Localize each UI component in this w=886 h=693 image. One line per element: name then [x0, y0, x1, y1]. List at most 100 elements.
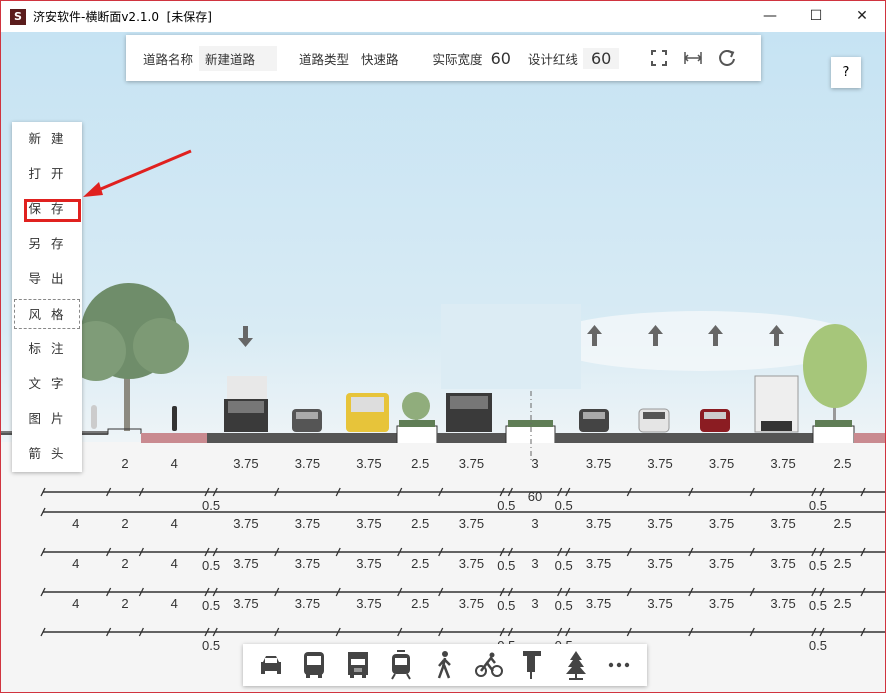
dimension-label: 0.5 — [555, 598, 573, 613]
dimension-label: 4 — [171, 516, 178, 531]
menu-item-open[interactable]: 打开 — [14, 159, 80, 189]
dimension-label: 3.75 — [586, 456, 611, 471]
menu-item-new[interactable]: 新建 — [14, 124, 80, 154]
menu-item-arrow[interactable]: 箭头 — [14, 439, 80, 469]
dimension-label: 4 — [171, 556, 178, 571]
minimize-button[interactable]: — — [747, 1, 793, 32]
menu-item-save-as[interactable]: 另存 — [14, 229, 80, 259]
truck-vehicle — [754, 375, 799, 433]
dimension-label: 3.75 — [295, 596, 320, 611]
dimension-label: 3.75 — [770, 516, 795, 531]
refresh-icon[interactable] — [717, 48, 737, 68]
dimension-label: 2.5 — [411, 516, 429, 531]
dimension-label: 3.75 — [233, 596, 258, 611]
bus-vehicle — [346, 393, 389, 432]
dimension-label: 4 — [72, 556, 79, 571]
side-menu: 新建 打开 保存 另存 导出 风格 标注 文字 图片 箭头 — [12, 122, 82, 472]
dimension-label: 4 — [171, 596, 178, 611]
design-redline-input[interactable]: 60 — [582, 47, 620, 69]
cyclist-figure — [172, 406, 177, 431]
dimension-label: 3.75 — [770, 456, 795, 471]
more-icon[interactable] — [604, 650, 634, 680]
dimension-label: 3.75 — [356, 516, 381, 531]
road-name-input[interactable]: 新建道路 — [199, 45, 278, 71]
bus-icon[interactable] — [299, 650, 329, 680]
close-button[interactable]: ✕ — [839, 1, 885, 32]
dimension-label: 2.5 — [411, 456, 429, 471]
dimension-label: 3.75 — [709, 516, 734, 531]
help-button[interactable]: ? — [831, 57, 861, 88]
dimension-label: 3.75 — [647, 556, 672, 571]
dimension-label: 3 — [531, 596, 538, 611]
menu-item-export[interactable]: 导出 — [14, 264, 80, 294]
fullscreen-icon[interactable] — [649, 48, 669, 68]
dimension-label: 4 — [72, 516, 79, 531]
car-vehicle — [579, 409, 609, 432]
maximize-button[interactable]: ☐ — [793, 1, 839, 32]
tree-icon — [803, 324, 867, 431]
design-redline-label: 设计红线 — [527, 51, 578, 67]
dimension-label: 2.5 — [411, 596, 429, 611]
bike-lane — [854, 433, 885, 443]
dimension-label: 3.75 — [709, 596, 734, 611]
dimension-label: 3.75 — [770, 556, 795, 571]
dimension-label: 2 — [121, 596, 128, 611]
road-type-select[interactable]: 快速路 — [355, 46, 405, 71]
truck-icon[interactable] — [343, 650, 373, 680]
title-bar: S 济安软件-横断面v2.1.0 [未保存] — ☐ ✕ — [1, 1, 885, 32]
pedestrian-icon[interactable] — [430, 650, 460, 680]
dimension-label: 3.75 — [459, 596, 484, 611]
dimension-label: 0.5 — [809, 498, 827, 513]
planting-strip — [399, 420, 435, 427]
actual-width-value: 60 — [490, 48, 511, 68]
dimension-label: 3.75 — [295, 556, 320, 571]
dimension-label: 4 — [171, 456, 178, 471]
dimension-label: 2.5 — [833, 456, 851, 471]
dimension-label: 0.5 — [202, 598, 220, 613]
bike-lane — [141, 433, 207, 443]
dimension-label: 3.75 — [770, 596, 795, 611]
dimension-label: 3.75 — [586, 596, 611, 611]
dimension-label: 0.5 — [555, 498, 573, 513]
dimension-label: 3 — [531, 516, 538, 531]
dimension-label: 3.75 — [233, 456, 258, 471]
dimension-label: 2.5 — [833, 556, 851, 571]
road-name-label: 道路名称 — [143, 51, 194, 67]
menu-item-text[interactable]: 文字 — [14, 369, 80, 399]
menu-item-image[interactable]: 图片 — [14, 404, 80, 434]
annotation-arrowhead-icon — [83, 182, 103, 197]
dimension-label: 3.75 — [647, 596, 672, 611]
dimension-label: 0.5 — [809, 598, 827, 613]
pedestrian-figure — [91, 405, 97, 429]
fit-width-icon[interactable] — [683, 48, 703, 68]
dimension-label: 0.5 — [497, 598, 515, 613]
truck-vehicle — [446, 393, 492, 432]
dimension-label: 3.75 — [459, 456, 484, 471]
dimension-label: 3.75 — [233, 556, 258, 571]
tree-icon[interactable] — [561, 650, 591, 680]
dimension-label: 2 — [121, 556, 128, 571]
menu-item-style[interactable]: 风格 — [14, 299, 80, 329]
menu-item-annotate[interactable]: 标注 — [14, 334, 80, 364]
tram-icon[interactable] — [386, 650, 416, 680]
dimension-label: 2.5 — [833, 516, 851, 531]
save-highlight-box — [24, 199, 81, 222]
car-vehicle — [292, 409, 322, 432]
car-vehicle — [700, 409, 730, 432]
dimension-label: 2 — [121, 456, 128, 471]
tree-icon — [66, 283, 189, 431]
cross-section-scene: 2 4 0.5 3.75 3.75 3.75 2.5 3.75 0.5 3 0.5 3.75 3.75 3… — [1, 149, 885, 653]
road-type-label: 道路类型 — [299, 51, 350, 67]
dimension-label: 3.75 — [356, 596, 381, 611]
dimension-label: 2.5 — [833, 596, 851, 611]
sign-icon[interactable] — [517, 650, 547, 680]
lane-arrow-down-icon[interactable] — [238, 326, 253, 347]
cross-section-canvas[interactable]: 2 4 0.5 3.75 3.75 3.75 2.5 3.75 0.5 3 0.5 3.75 3.75 3… — [1, 32, 885, 692]
dimension-label: 0.5 — [202, 498, 220, 513]
dimension-label: 0.5 — [497, 498, 515, 513]
truck-vehicle — [224, 376, 268, 432]
total-dimension-label: 60 — [528, 489, 542, 504]
dimension-label: 0.5 — [202, 558, 220, 573]
car-icon[interactable] — [256, 650, 286, 680]
bicycle-icon[interactable] — [474, 650, 504, 680]
